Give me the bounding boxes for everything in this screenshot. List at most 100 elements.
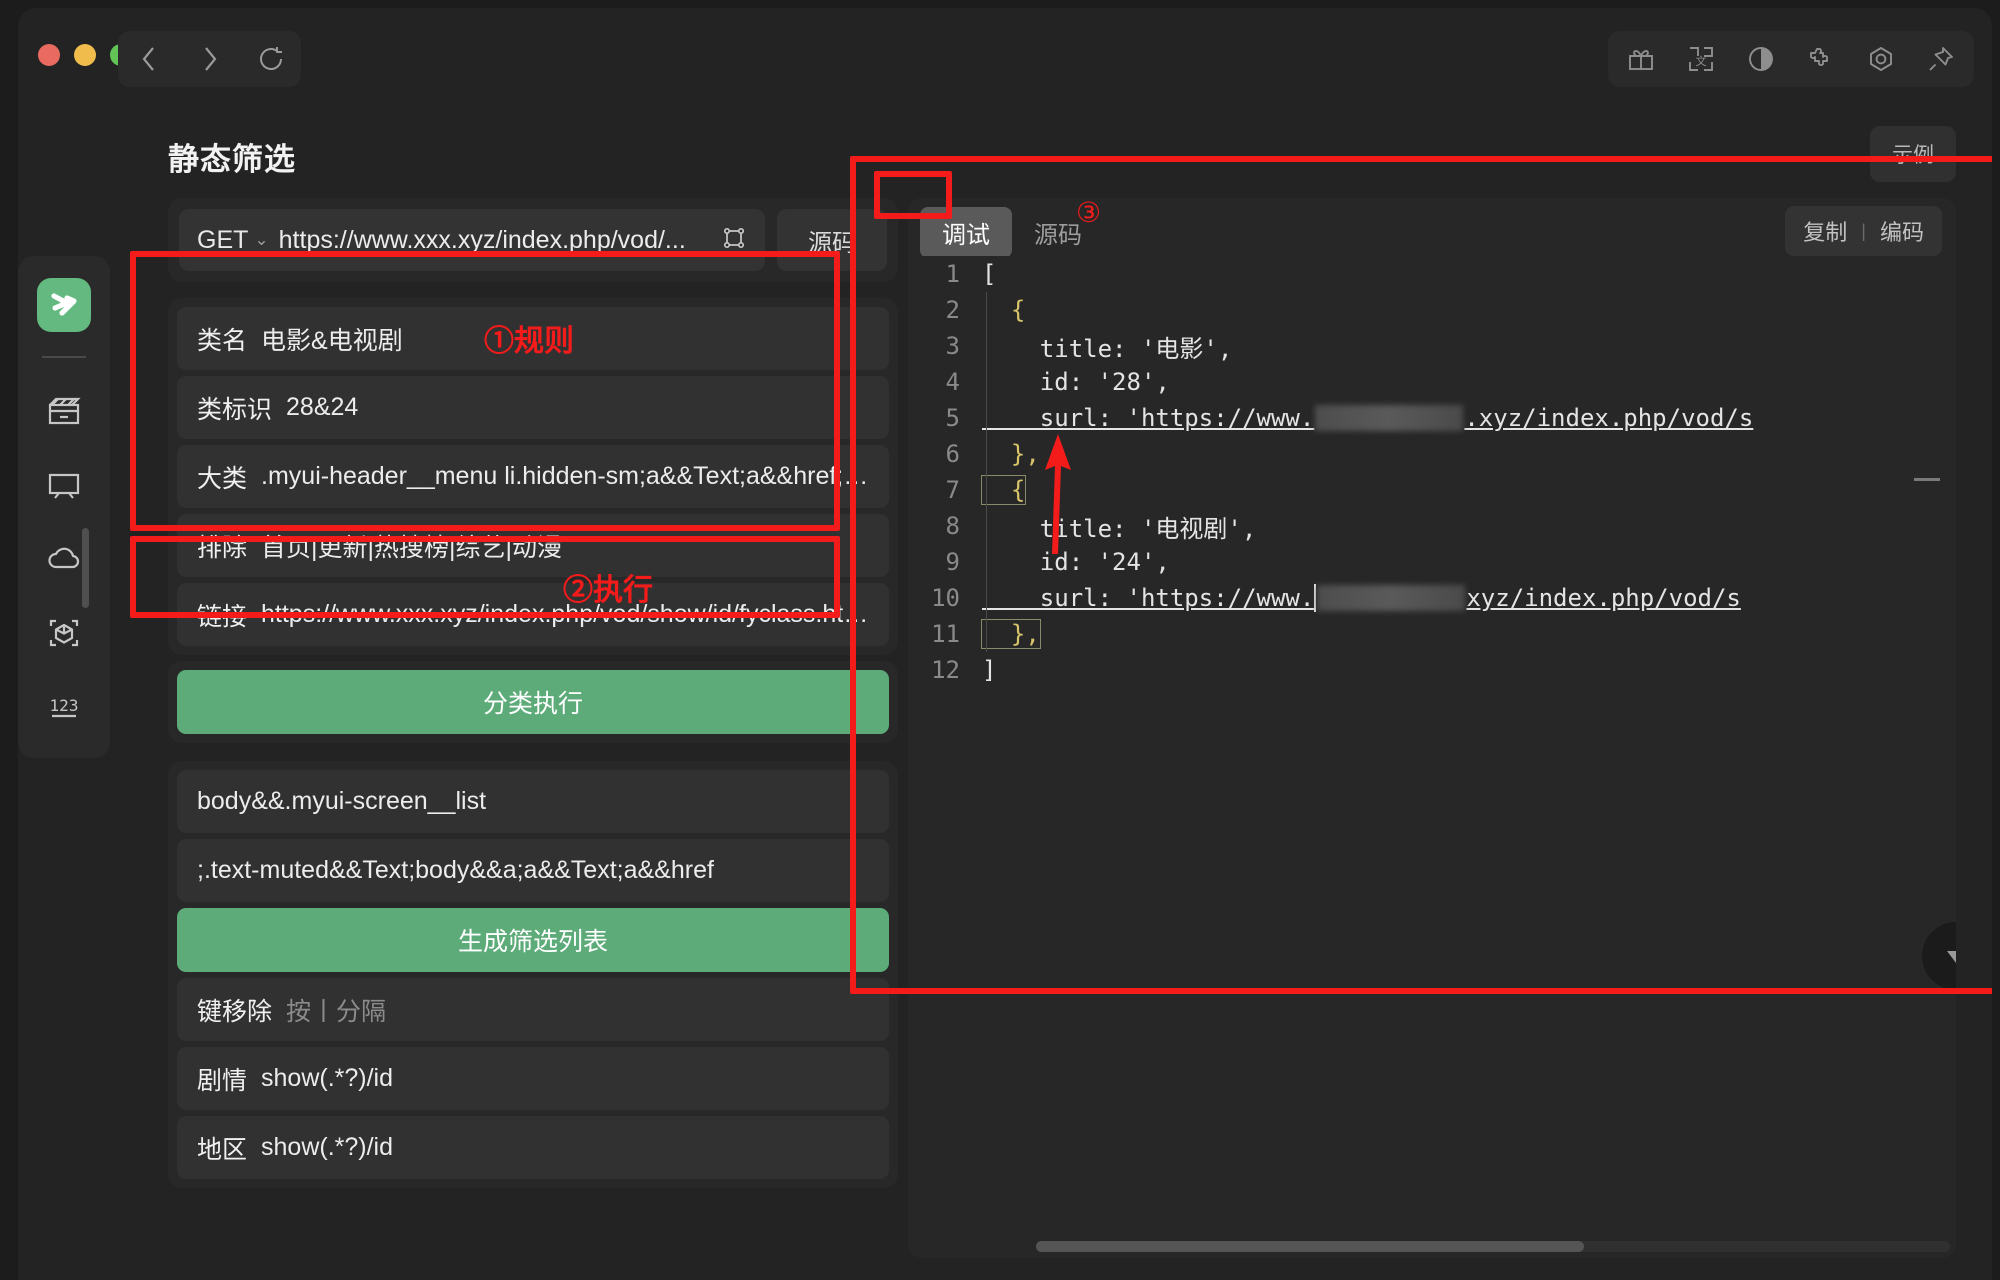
code-line: 4 id: '28', — [908, 364, 1956, 400]
code-horizontal-scrollbar[interactable] — [1036, 1241, 1950, 1252]
indent-guide — [986, 436, 987, 472]
url-value: https://www.xxx.xyz/index.php/vod/... — [278, 225, 686, 254]
field-row-classid[interactable]: 类标识 28&24 — [177, 376, 889, 439]
line-text: title: '电视剧', — [982, 514, 1257, 543]
line-text: surl: 'https://www. — [982, 584, 1315, 612]
field-row-category[interactable]: 大类 .myui-header__menu li.hidden-sm;a&&Te… — [177, 445, 889, 508]
field-label: 地区 — [197, 1135, 248, 1164]
line-text-tail: .xyz/index.php/vod/s — [1464, 404, 1754, 432]
example-button[interactable]: 示例 — [1870, 126, 1956, 182]
app-logo-icon[interactable] — [37, 278, 91, 332]
filter-rules-card: body&&.myui-screen__list ;.text-muted&&T… — [168, 761, 898, 1188]
sidebar-item-numbers[interactable]: 123 — [31, 670, 97, 744]
indent-guide — [986, 292, 987, 328]
line-text: surl: 'https://www. — [982, 404, 1315, 432]
source-button[interactable]: 源码 — [777, 209, 887, 271]
code-line: 8 title: '电视剧', — [908, 508, 1956, 544]
code-viewer[interactable]: 1[ 2 { 3 title: '电影', 4 id: '28', 5 surl… — [908, 256, 1956, 1258]
filter-row-keyremove[interactable]: 键移除 按丨分隔 — [177, 978, 889, 1041]
crop-icon[interactable] — [721, 225, 747, 256]
item-rule-row[interactable]: ;.text-muted&&Text;body&&a;a&&Text;a&&hr… — [177, 839, 889, 902]
code-line: 11 }, — [908, 616, 1956, 652]
field-label: 排除 — [197, 533, 248, 562]
line-text-tail: xyz/index.php/vod/s — [1466, 584, 1741, 612]
generate-filter-list-button[interactable]: 生成筛选列表 — [177, 908, 889, 972]
field-value: 首页|更新|热搜榜|综艺|动漫 — [261, 533, 562, 562]
text-cursor — [1314, 584, 1317, 612]
classify-execute-button[interactable]: 分类执行 — [177, 670, 889, 734]
code-line: 9 id: '24', — [908, 544, 1956, 580]
settings-hex-icon[interactable] — [1862, 40, 1900, 78]
indent-guide — [986, 544, 987, 580]
list-rule-row[interactable]: body&&.myui-screen__list — [177, 770, 889, 833]
line-text: id: '28', — [982, 368, 1170, 396]
field-label: 大类 — [197, 464, 248, 493]
filter-row-genre[interactable]: 剧情 show(.*?)/id — [177, 1047, 889, 1110]
sidebar-scrollbar[interactable] — [82, 528, 89, 608]
encode-button[interactable]: 编码 — [1880, 215, 1924, 247]
field-row-classname[interactable]: 类名 电影&电视剧 — [177, 307, 889, 370]
indent-guide — [986, 472, 987, 508]
field-value: https://www.xxx.xyz/index.php/vod/show/i… — [261, 600, 869, 628]
code-line: 1[ — [908, 256, 1956, 292]
scrollbar-thumb[interactable] — [1036, 1241, 1585, 1252]
filter-row-region[interactable]: 地区 show(.*?)/id — [177, 1116, 889, 1179]
code-line: 6 }, — [908, 436, 1956, 472]
copy-encode-group: 复制 | 编码 — [1785, 206, 1942, 256]
browser-window: 文 123 静态筛选 示例 GET ⌄ https://www.xxx.xyz/… — [18, 8, 1992, 1280]
content-area: 静态筛选 示例 GET ⌄ https://www.xxx.xyz/index.… — [110, 100, 1992, 1280]
gift-icon[interactable] — [1622, 40, 1660, 78]
left-panel: GET ⌄ https://www.xxx.xyz/index.php/vod/… — [168, 198, 898, 1280]
svg-text:文: 文 — [1696, 54, 1707, 68]
tab-source[interactable]: 源码 — [1012, 207, 1104, 258]
field-label: 链接 — [197, 602, 248, 631]
puzzle-icon[interactable] — [1802, 40, 1840, 78]
line-number: 9 — [945, 548, 960, 576]
line-number: 6 — [945, 440, 960, 468]
sidebar-panel: 123 — [18, 256, 110, 758]
title-bar: 文 — [18, 8, 1992, 100]
back-arrow-icon[interactable] — [125, 37, 173, 81]
field-placeholder: 按丨分隔 — [286, 997, 387, 1026]
field-label: 类名 — [197, 326, 248, 355]
field-row-link[interactable]: 链接 https://www.xxx.xyz/index.php/vod/sho… — [177, 583, 889, 646]
request-card: GET ⌄ https://www.xxx.xyz/index.php/vod/… — [168, 198, 898, 282]
debug-tabbar: 调试 源码 复制 | 编码 — [908, 198, 1956, 258]
line-text: title: '电影', — [982, 334, 1233, 363]
sidebar-divider — [42, 356, 86, 358]
contrast-icon[interactable] — [1742, 40, 1780, 78]
indent-guide — [986, 364, 987, 400]
code-line: 2 { — [908, 292, 1956, 328]
app-root: 文 123 静态筛选 示例 GET ⌄ https://www.xxx.xyz/… — [0, 0, 2000, 1280]
page-container: 静态筛选 示例 GET ⌄ https://www.xxx.xyz/index.… — [138, 114, 1984, 1280]
debug-panel: 调试 源码 复制 | 编码 1[ 2 { 3 title: '电影', 4 id… — [908, 198, 1956, 1258]
indent-guide — [986, 508, 987, 544]
forward-arrow-icon[interactable] — [186, 37, 234, 81]
field-value: show(.*?)/id — [261, 1064, 394, 1092]
line-number: 4 — [945, 368, 960, 396]
close-button[interactable] — [38, 44, 60, 66]
method-selector[interactable]: GET ⌄ — [197, 226, 269, 255]
field-value: .myui-header__menu li.hidden-sm;a&&Text;… — [261, 462, 869, 490]
field-row-exclude[interactable]: 排除 首页|更新|热搜榜|综艺|动漫 — [177, 514, 889, 577]
svg-text:123: 123 — [50, 696, 79, 715]
translate-icon[interactable]: 文 — [1682, 40, 1720, 78]
url-input[interactable]: GET ⌄ https://www.xxx.xyz/index.php/vod/… — [179, 209, 765, 271]
code-line: 7 { — [908, 472, 1956, 508]
tab-debug[interactable]: 调试 — [920, 206, 1012, 258]
toolbar-group: 文 — [1608, 31, 1974, 87]
copy-button[interactable]: 复制 — [1803, 215, 1847, 247]
separator: | — [1861, 220, 1866, 241]
sidebar-item-tv[interactable] — [31, 448, 97, 522]
line-text: { — [980, 475, 1027, 505]
line-number: 3 — [945, 332, 960, 360]
reload-arrow-icon[interactable] — [247, 37, 295, 81]
page-title: 静态筛选 — [168, 142, 296, 177]
pin-icon[interactable] — [1922, 40, 1960, 78]
minimize-button[interactable] — [74, 44, 96, 66]
navigation-group — [118, 31, 301, 87]
sidebar-item-movies[interactable] — [31, 374, 97, 448]
indent-guide — [986, 400, 987, 436]
redacted-domain — [1315, 405, 1464, 431]
indent-guide — [986, 328, 987, 364]
